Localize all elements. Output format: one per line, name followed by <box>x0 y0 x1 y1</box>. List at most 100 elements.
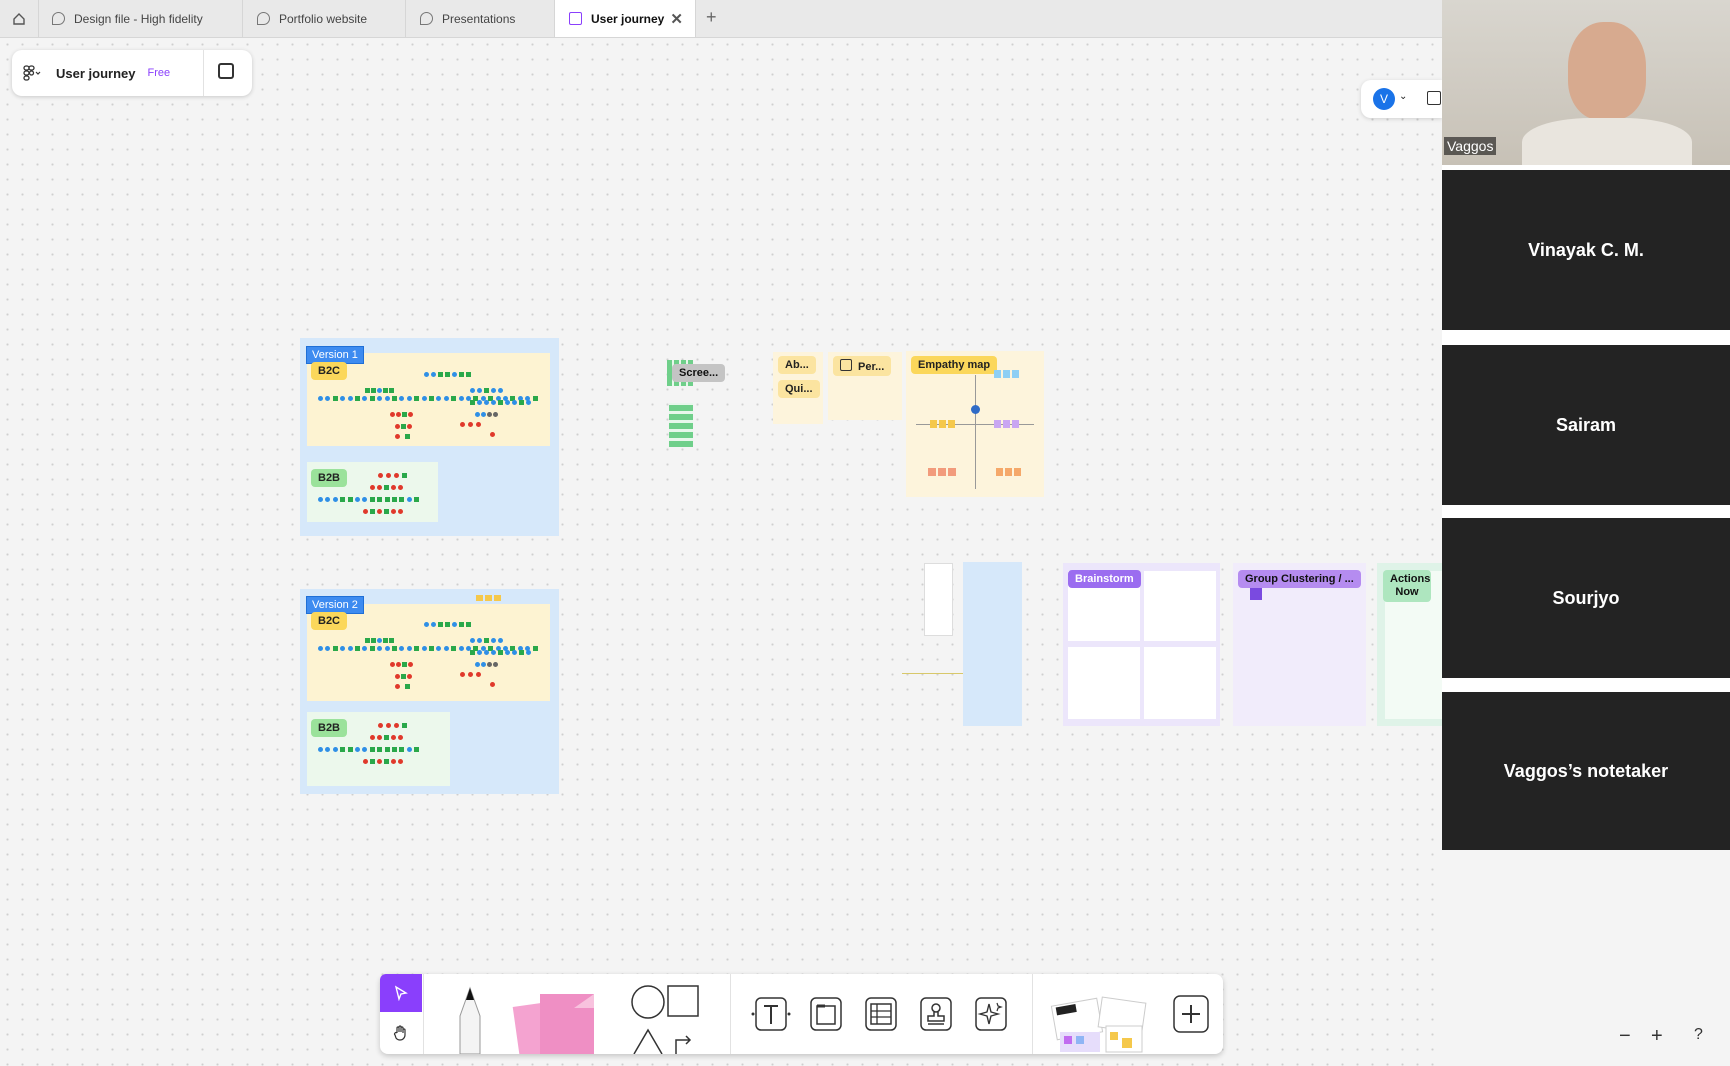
avatar[interactable]: V <box>1373 88 1395 110</box>
journey-node <box>470 638 475 643</box>
tab-presentations[interactable]: Presentations <box>406 0 555 37</box>
home-icon <box>13 12 25 25</box>
sticky-notes[interactable] <box>928 468 956 476</box>
tab-user-journey[interactable]: User journey ✕ <box>555 0 696 37</box>
hand-tool[interactable] <box>380 1014 422 1052</box>
journey-node <box>383 388 388 393</box>
tab-bar: Design file - High fidelity Portfolio we… <box>0 0 1442 38</box>
journey-node <box>347 646 353 651</box>
journey-node <box>484 388 489 393</box>
journey-node <box>392 646 397 651</box>
connector <box>902 673 963 674</box>
help-button[interactable]: ? <box>1694 1026 1703 1044</box>
zoom-out-button[interactable]: − <box>1619 1025 1631 1048</box>
journey-node <box>487 412 492 417</box>
screens-label[interactable]: Scree... <box>672 364 726 382</box>
sticky-notes[interactable] <box>994 420 1020 428</box>
journey-node <box>332 646 338 651</box>
shape-tool[interactable] <box>630 984 700 1054</box>
b2c-label: B2C <box>311 362 348 380</box>
intro-frame[interactable] <box>963 562 1022 726</box>
b2b-label: B2B <box>311 719 348 737</box>
select-tool[interactable] <box>380 974 422 1012</box>
journey-node <box>377 747 383 752</box>
sticky-notes[interactable] <box>996 468 1022 476</box>
text-tool[interactable] <box>750 994 792 1034</box>
tab-portfolio[interactable]: Portfolio website <box>243 0 406 37</box>
templates-tool[interactable] <box>1050 988 1150 1054</box>
sticky-notes[interactable] <box>994 370 1020 378</box>
journey-node <box>498 638 503 643</box>
pages-panel-icon[interactable] <box>218 63 234 79</box>
sticky-note-tool[interactable] <box>510 988 610 1054</box>
sticky-notes[interactable] <box>476 595 502 601</box>
about-label[interactable]: Ab... <box>778 356 816 374</box>
close-tab-icon[interactable]: ✕ <box>670 10 683 28</box>
journey-node <box>384 735 389 740</box>
more-tools-button[interactable] <box>1170 994 1212 1034</box>
participant-video <box>1568 22 1646 120</box>
brainstorm-label[interactable]: Brainstorm <box>1068 570 1141 588</box>
participant-tile[interactable]: Vinayak C. M. <box>1442 170 1730 330</box>
new-tab-button[interactable]: + <box>706 7 717 28</box>
pen-tool[interactable] <box>450 980 490 1054</box>
zoom-in-button[interactable]: + <box>1651 1025 1663 1048</box>
sticky-note-icon <box>512 994 594 1054</box>
journey-node <box>414 396 420 401</box>
journey-node <box>391 735 396 740</box>
layout-icon[interactable] <box>1427 91 1441 105</box>
board-canvas[interactable] <box>0 37 1442 1066</box>
sticky-notes[interactable] <box>930 420 956 428</box>
plan-badge[interactable]: Free <box>147 67 170 79</box>
main-menu-button[interactable] <box>12 50 52 96</box>
table-tool[interactable] <box>860 994 902 1034</box>
journey-node <box>378 473 383 478</box>
journey-node <box>377 497 383 502</box>
participant-tile[interactable]: Sairam <box>1442 345 1730 505</box>
journey-node <box>386 473 391 478</box>
journey-node <box>481 412 486 417</box>
journey-node <box>340 497 346 502</box>
tab-design-file[interactable]: Design file - High fidelity <box>38 0 243 37</box>
divider <box>1032 974 1033 1054</box>
journey-node <box>318 646 323 651</box>
journey-node <box>477 388 482 393</box>
pen-icon <box>459 986 481 1054</box>
agenda-doc[interactable] <box>924 563 953 636</box>
persona-label[interactable]: Per... <box>833 356 892 376</box>
ai-tool[interactable] <box>970 994 1012 1034</box>
journey-node <box>498 650 503 655</box>
journey-node <box>519 400 524 405</box>
journey-node <box>402 412 407 417</box>
group-clustering-label[interactable]: Group Clustering / ... <box>1238 570 1361 588</box>
journey-node <box>378 723 383 728</box>
stamp-tool[interactable] <box>915 994 957 1034</box>
actions-label[interactable]: Actions Now <box>1383 570 1431 602</box>
person-icon <box>971 405 980 414</box>
user-menu[interactable]: V ⌄ <box>1361 80 1442 118</box>
screens-stickies[interactable] <box>669 403 693 447</box>
journey-node <box>371 638 376 643</box>
sticky-note[interactable] <box>1250 588 1262 600</box>
section-tool[interactable] <box>805 994 847 1034</box>
home-button[interactable] <box>0 0 39 37</box>
journey-node <box>429 646 434 651</box>
journey-node <box>407 424 412 429</box>
participant-tile[interactable]: Vaggos’s notetaker <box>1442 692 1730 850</box>
journey-node <box>431 372 436 377</box>
journey-node <box>491 388 496 393</box>
chevron-down-icon: ⌄ <box>1399 91 1408 102</box>
empathy-map-label[interactable]: Empathy map <box>911 356 998 374</box>
participant-tile[interactable]: Sourjyo <box>1442 518 1730 678</box>
camera-feed-vaggos[interactable]: Vaggos <box>1442 0 1730 165</box>
stamp-icon <box>920 997 952 1031</box>
journey-node <box>370 509 375 514</box>
file-name[interactable]: User journey <box>56 66 135 81</box>
quiz-label[interactable]: Qui... <box>778 380 820 398</box>
journey-node <box>395 674 400 679</box>
journey-node <box>512 650 517 655</box>
journey-node <box>526 400 531 405</box>
journey-node <box>451 396 457 401</box>
journey-node <box>384 646 390 651</box>
divider <box>203 50 204 96</box>
